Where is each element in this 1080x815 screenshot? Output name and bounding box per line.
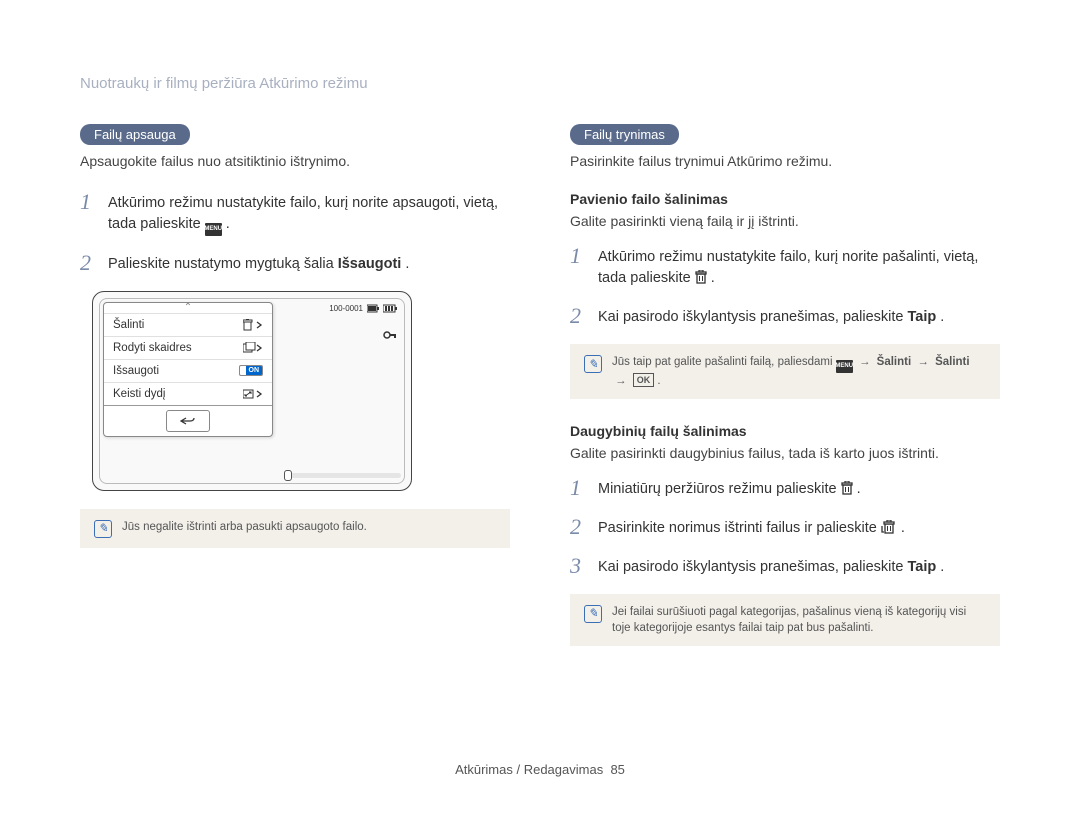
s2s2-post: . [901,520,905,536]
s2s1-pre: Miniatiūrų peržiūros režimu palieskite [598,481,841,497]
step-text: Miniatiūrų peržiūros režimu palieskite . [598,477,861,500]
menu-item-resize: Keisti dydį [113,388,165,400]
note-text: Jūs taip pat galite pašalinti failą, pal… [612,354,986,389]
s1s1-post: . [711,270,715,286]
step-2-multi-delete: 2 Pasirinkite norimus ištrinti failus ir… [570,516,1000,539]
page-footer: Atkūrimas / Redagavimas 85 [0,762,1080,777]
step-number: 2 [570,305,588,327]
step1-post: . [226,216,230,232]
note-protect: ✎ Jūs negalite ištrinti arba pasukti aps… [80,509,510,548]
s2s3-bold: Taip [907,559,936,575]
slideshow-icon [243,342,263,354]
step-2-protect: 2 Palieskite nustatymo mygtuką šalia Išs… [80,252,510,275]
lock-key-icon [383,328,397,347]
right-column: Failų trynimas Pasirinkite failus trynim… [570,124,1000,646]
trash-multi-icon [881,520,897,534]
step-number: 2 [80,252,98,274]
footer-label: Atkūrimas / Redagavimas [455,762,603,777]
camera-screen-illustration: 100-0001 ⌃ Šalinti Rody [92,291,412,491]
step1-pre: Atkūrimo režimu nustatykite failo, kurį … [108,195,498,232]
left-column: Failų apsauga Apsaugokite failus nuo ats… [80,124,510,646]
step-2-single-delete: 2 Kai pasirodo iškylantysis pranešimas, … [570,305,1000,328]
step-text: Palieskite nustatymo mygtuką šalia Išsau… [108,252,409,275]
s2s3-post: . [940,559,944,575]
step-text: Pasirinkite norimus ištrinti failus ir p… [598,516,905,539]
page-number: 85 [610,762,624,777]
pill-file-delete: Failų trynimas [570,124,679,145]
menu-icon: MENU [205,223,222,236]
intro-single-delete: Galite pasirinkti vieną failą ir jį ištr… [570,213,1000,229]
step-text: Atkūrimo režimu nustatykite failo, kurį … [108,191,510,236]
step-text: Kai pasirodo iškylantysis pranešimas, pa… [598,305,944,328]
note-icon: ✎ [584,355,602,373]
s1s2-pre: Kai pasirodo iškylantysis pranešimas, pa… [598,309,907,325]
scroll-thumb [284,470,292,481]
step2-bold: Išsaugoti [338,256,402,272]
page-header: Nuotraukų ir filmų peržiūra Atkūrimo rež… [80,75,1000,92]
resize-icon [243,388,263,400]
step-text: Kai pasirodo iškylantysis pranešimas, pa… [598,555,944,578]
step2-post: . [405,256,409,272]
heading-multi-delete: Daugybinių failų šalinimas [570,423,1000,439]
step-number: 1 [570,245,588,267]
scroll-track [291,473,401,478]
trash-icon [841,481,853,495]
menu-popup: ⌃ Šalinti Rodyti skaidres I [103,302,273,437]
intro-protection: Apsaugokite failus nuo atsitiktinio ištr… [80,153,510,169]
note-icon: ✎ [94,520,112,538]
menu-item-delete: Šalinti [113,319,144,331]
note-icon: ✎ [584,605,602,623]
intro-multi-delete: Galite pasirinkti daugybinius failus, ta… [570,445,1000,461]
step-1-protect: 1 Atkūrimo režimu nustatykite failo, kur… [80,191,510,236]
note-text: Jei failai surūšiuoti pagal kategorijas,… [612,604,986,636]
scroll-up-indicator: ⌃ [104,303,272,313]
step-1-multi-delete: 1 Miniatiūrų peržiūros režimu palieskite… [570,477,1000,500]
menu-item-save: Išsaugoti [113,365,159,377]
step-3-multi-delete: 3 Kai pasirodo iškylantysis pranešimas, … [570,555,1000,578]
trash-caret-icon [243,319,263,331]
step-number: 2 [570,516,588,538]
step-number: 1 [570,477,588,499]
menu-icon: MENU [836,360,853,373]
step-number: 3 [570,555,588,577]
trash-icon [695,270,707,284]
s2s3-pre: Kai pasirodo iškylantysis pranešimas, pa… [598,559,907,575]
s1s2-post: . [940,309,944,325]
intro-delete: Pasirinkite failus trynimui Atkūrimo rež… [570,153,1000,169]
step-text: Atkūrimo režimu nustatykite failo, kurį … [598,245,1000,289]
menu-item-slideshow: Rodyti skaidres [113,342,192,354]
heading-single-delete: Pavienio failo šalinimas [570,191,1000,207]
back-button [166,410,210,432]
note-multi-delete: ✎ Jei failai surūšiuoti pagal kategorija… [570,594,1000,646]
ok-icon: OK [633,373,655,388]
note-single-delete: ✎ Jūs taip pat galite pašalinti failą, p… [570,344,1000,399]
step2-pre: Palieskite nustatymo mygtuką šalia [108,256,338,272]
note-text: Jūs negalite ištrinti arba pasukti apsau… [122,519,367,535]
s1s2-bold: Taip [907,309,936,325]
s1s1-pre: Atkūrimo režimu nustatykite failo, kurį … [598,249,978,286]
s2s1-post: . [857,481,861,497]
pill-file-protection: Failų apsauga [80,124,190,145]
step-1-single-delete: 1 Atkūrimo režimu nustatykite failo, kur… [570,245,1000,289]
toggle-on: ON [239,365,263,376]
screen-counter: 100-0001 [329,304,397,313]
step-number: 1 [80,191,98,213]
s2s2-pre: Pasirinkite norimus ištrinti failus ir p… [598,520,881,536]
